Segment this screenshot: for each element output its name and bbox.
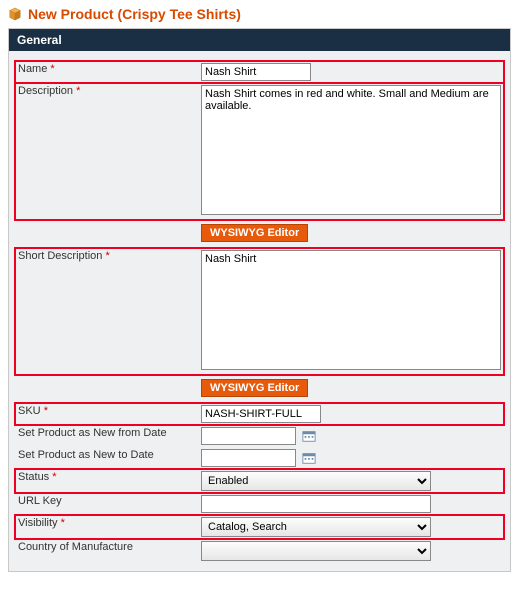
visibility-select[interactable]: Catalog, Search [201,517,431,537]
status-select[interactable]: Enabled [201,471,431,491]
description-textarea[interactable] [201,85,501,215]
new-from-date-input[interactable] [201,427,296,445]
required-mark: * [50,63,54,75]
country-label: Country of Manufacture [18,541,133,553]
new-from-label: Set Product as New from Date [18,427,167,439]
row-name: Name * [15,61,504,83]
required-mark: * [52,471,56,483]
url-key-input[interactable] [201,495,431,513]
required-mark: * [61,517,65,529]
row-description: Description * [15,83,504,220]
new-to-label: Set Product as New to Date [18,449,154,461]
name-label: Name [18,63,47,75]
row-visibility: Visibility * Catalog, Search [15,515,504,539]
panel-header: General [9,29,510,51]
row-status: Status * Enabled [15,469,504,493]
calendar-icon[interactable] [302,451,316,465]
description-label: Description [18,85,73,97]
general-panel: General Name * Description * WYSIWYG Edi… [8,28,511,572]
name-input[interactable] [201,63,311,81]
row-sku: SKU * [15,403,504,425]
page-title-row: New Product (Crispy Tee Shirts) [8,6,511,28]
sku-input[interactable] [201,405,321,423]
sku-label: SKU [18,405,41,417]
required-mark: * [44,405,48,417]
row-new-from-date: Set Product as New from Date [15,425,504,447]
wysiwyg-button[interactable]: WYSIWYG Editor [201,224,308,242]
wysiwyg-button[interactable]: WYSIWYG Editor [201,379,308,397]
row-url-key: URL Key [15,493,504,515]
short-description-textarea[interactable] [201,250,501,370]
country-select[interactable] [201,541,431,561]
row-country: Country of Manufacture [15,539,504,563]
row-new-to-date: Set Product as New to Date [15,447,504,469]
url-key-label: URL Key [18,495,62,507]
short-description-label: Short Description [18,250,102,262]
required-mark: * [76,85,80,97]
cube-icon [8,7,22,21]
new-to-date-input[interactable] [201,449,296,467]
visibility-label: Visibility [18,517,58,529]
row-short-description: Short Description * [15,248,504,375]
status-label: Status [18,471,49,483]
required-mark: * [105,250,109,262]
calendar-icon[interactable] [302,429,316,443]
page-title: New Product (Crispy Tee Shirts) [28,6,241,22]
